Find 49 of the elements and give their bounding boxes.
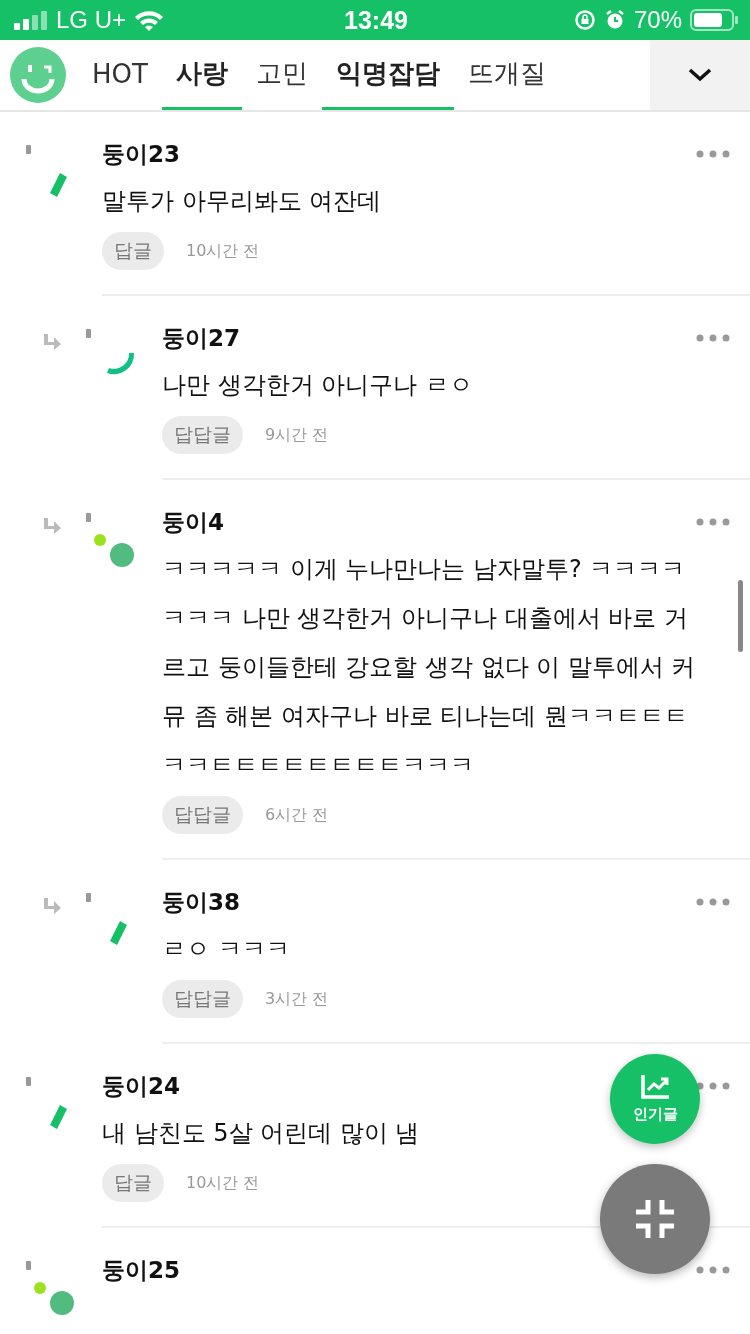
category-tab[interactable]: 고민 (241, 40, 322, 110)
author-name: 둥이24 (102, 1071, 180, 1101)
comment-text: ㅋㅋㅋㅋㅋ 이게 누나만나는 남자말투? ㅋㅋㅋㅋㅋㅋㅋ 나만 생각한거 아니구나 대출에서 바로 거르고 둥이들한테 강요할 생각 없다 이 말투에서 커뮤 좀 해본 여자구나 바로 티나는데 뭔ㅋㅋㅌㅌㅌㅋㅋㅌㅌㅌㅌㅌㅌㅌㅌㅋㅋㅋ (162, 554, 697, 781)
reply-button[interactable]: 답글 (102, 1164, 164, 1202)
comment-time: 10시간 전 (186, 1172, 260, 1194)
reply-button[interactable]: 답답글 (162, 416, 243, 454)
rotation-lock-icon (573, 9, 596, 31)
clock-time: 13:49 (344, 5, 408, 35)
more-options-icon[interactable] (696, 150, 730, 158)
comment-text: 내 남친도 5살 어린데 많이 냄 (102, 1118, 420, 1149)
category-tab[interactable]: 사랑 (161, 40, 242, 110)
signal-icon (14, 10, 48, 30)
more-options-icon[interactable] (696, 898, 730, 906)
category-tab[interactable]: 뜨개질 (453, 40, 560, 110)
chevron-down-icon (688, 68, 712, 82)
comment-time: 9시간 전 (265, 424, 329, 446)
more-options-icon[interactable] (696, 518, 730, 526)
battery-icon (690, 9, 738, 31)
reply-arrow-icon (42, 334, 62, 350)
comment-text: 말투가 아무리봐도 여잔데 (102, 186, 382, 217)
scrollbar (738, 580, 743, 652)
reply-button[interactable]: 답답글 (162, 796, 243, 834)
author-name: 둥이38 (162, 887, 240, 917)
more-options-icon[interactable] (696, 1266, 730, 1274)
reply-arrow-icon (42, 898, 62, 914)
popular-posts-button[interactable]: 인기글 (610, 1054, 700, 1144)
author-name: 둥이25 (102, 1255, 180, 1285)
more-options-icon[interactable] (696, 334, 730, 342)
carrier-name: LG U+ (56, 6, 127, 34)
battery-percent: 70% (633, 6, 682, 34)
comment-time: 6시간 전 (265, 804, 329, 826)
more-options-icon[interactable] (696, 1082, 730, 1090)
collapse-icon (636, 1200, 674, 1238)
reply-button[interactable]: 답글 (102, 232, 164, 270)
author-name: 둥이4 (162, 507, 224, 537)
author-name: 둥이23 (102, 139, 180, 169)
trend-chart-icon (641, 1074, 669, 1099)
reply-arrow-icon (42, 518, 62, 534)
author-name: 둥이27 (162, 323, 240, 353)
comment-text: 나만 생각한거 아니구나 ㄹㅇ (162, 370, 473, 401)
smiley-logo-icon[interactable] (10, 47, 66, 103)
wifi-icon (134, 9, 165, 31)
category-tab[interactable]: HOT (78, 40, 162, 110)
reply-button[interactable]: 답답글 (162, 980, 243, 1018)
comment-time: 3시간 전 (265, 988, 329, 1010)
comment-time: 10시간 전 (186, 240, 260, 262)
collapse-button[interactable] (600, 1164, 710, 1274)
category-tab[interactable]: 익명잡담 (321, 40, 454, 110)
comment-text: ㄹㅇ ㅋㅋㅋ (162, 934, 290, 965)
